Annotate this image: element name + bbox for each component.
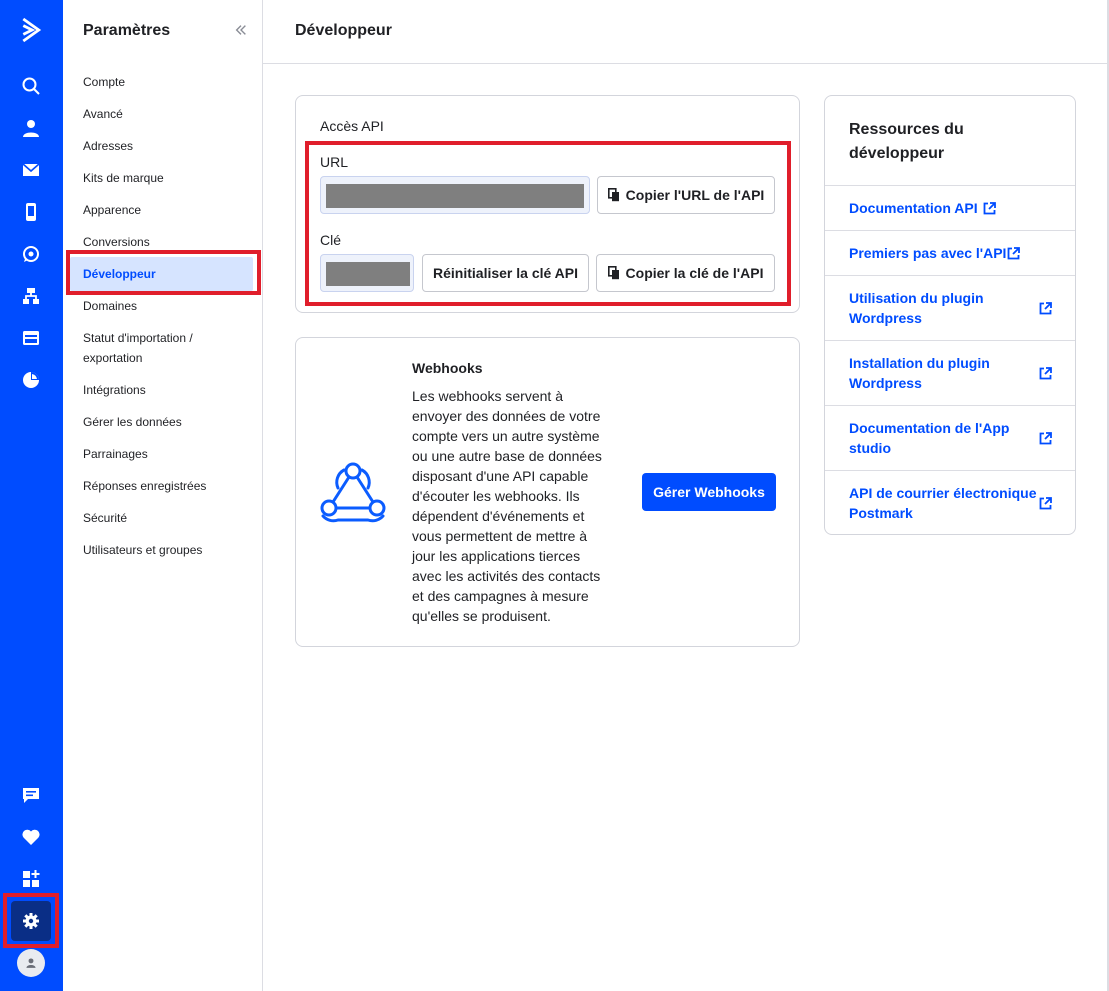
copy-api-url-label: Copier l'URL de l'API <box>625 187 765 203</box>
contacts-icon[interactable] <box>13 110 49 146</box>
key-label: Clé <box>320 232 342 248</box>
collapse-sidebar-icon[interactable] <box>231 20 251 40</box>
site-icon[interactable] <box>13 320 49 356</box>
resource-link-postmark[interactable]: API de courrier électronique Postmark <box>849 483 1039 523</box>
copy-api-key-label: Copier la clé de l'API <box>625 265 764 281</box>
resource-link-utilisation-plugin[interactable]: Utilisation du plugin Wordpress <box>849 288 1009 328</box>
sidebar-item-conversions[interactable]: Conversions <box>83 232 253 252</box>
user-avatar-icon[interactable] <box>17 949 45 977</box>
external-link-icon <box>1007 247 1020 260</box>
copy-api-key-button[interactable]: Copier la clé de l'API <box>596 254 775 292</box>
external-link-icon <box>983 202 996 215</box>
copy-api-url-button[interactable]: Copier l'URL de l'API <box>597 176 775 214</box>
copy-icon <box>607 266 619 280</box>
sidebar-item-statut-importation[interactable]: Statut d'importation / exportation <box>83 328 218 368</box>
resource-link-row[interactable]: Installation du plugin Wordpress <box>825 340 1075 405</box>
apps-icon[interactable] <box>13 861 49 897</box>
app-root: Paramètres Compte Avancé Adresses Kits d… <box>0 0 1109 991</box>
manage-webhooks-button[interactable]: Gérer Webhooks <box>642 473 776 511</box>
resource-link-row[interactable]: API de courrier électronique Postmark <box>825 470 1075 535</box>
developer-resources-card: Ressources du développeur Documentation … <box>824 95 1076 535</box>
page-header: Développeur <box>263 0 1109 64</box>
settings-icon[interactable] <box>11 901 51 941</box>
sidebar-item-utilisateurs-groupes[interactable]: Utilisateurs et groupes <box>83 540 253 560</box>
resource-link-documentation-api[interactable]: Documentation API <box>849 198 978 218</box>
external-link-icon <box>1039 367 1052 380</box>
settings-sidebar: Paramètres Compte Avancé Adresses Kits d… <box>63 0 263 991</box>
deals-icon[interactable] <box>13 819 49 855</box>
sidebar-item-gerer-donnees[interactable]: Gérer les données <box>83 412 253 432</box>
resources-title: Ressources du développeur <box>849 121 964 162</box>
sidebar-item-developpeur[interactable]: Développeur <box>70 257 253 291</box>
resource-link-row[interactable]: Premiers pas avec l'API <box>825 230 1075 275</box>
webhooks-description: Les webhooks servent à envoyer des donné… <box>412 388 602 624</box>
conversations-icon[interactable] <box>13 777 49 813</box>
automations-icon[interactable] <box>13 278 49 314</box>
webhooks-card: Webhooks Les webhooks servent à envoyer … <box>295 337 800 647</box>
resource-link-row[interactable]: Utilisation du plugin Wordpress <box>825 275 1075 340</box>
resource-link-row[interactable]: Documentation de l'App studio <box>825 405 1075 470</box>
sidebar-item-parrainages[interactable]: Parrainages <box>83 444 253 464</box>
api-url-field[interactable] <box>320 176 590 214</box>
logo-icon[interactable] <box>13 12 49 48</box>
left-rail <box>0 0 63 991</box>
reports-icon[interactable] <box>13 362 49 398</box>
webhook-icon <box>320 462 386 523</box>
search-icon[interactable] <box>13 68 49 104</box>
sidebar-title: Paramètres <box>83 22 171 39</box>
url-label: URL <box>320 154 349 170</box>
api-key-redacted <box>326 262 410 286</box>
external-link-icon <box>1039 432 1052 445</box>
sidebar-item-adresses[interactable]: Adresses <box>83 136 253 156</box>
sidebar-item-apparence[interactable]: Apparence <box>83 200 253 220</box>
resource-link-premiers-pas[interactable]: Premiers pas avec l'API <box>849 243 1006 263</box>
resource-link-app-studio[interactable]: Documentation de l'App studio <box>849 418 1019 458</box>
email-icon[interactable] <box>13 152 49 188</box>
resource-link-row[interactable]: Documentation API <box>825 185 1075 230</box>
sidebar-item-integrations[interactable]: Intégrations <box>83 380 253 400</box>
sms-icon[interactable] <box>13 194 49 230</box>
api-access-card: Accès API URL Copier l'URL de l'API Clé … <box>295 95 800 313</box>
whatsapp-icon[interactable] <box>13 236 49 272</box>
api-key-field[interactable] <box>320 254 414 292</box>
page-title: Développeur <box>295 22 392 39</box>
api-section-title: Accès API <box>320 118 384 134</box>
reset-api-key-button[interactable]: Réinitialiser la clé API <box>422 254 589 292</box>
sidebar-item-domaines[interactable]: Domaines <box>83 296 253 316</box>
resource-link-installation-plugin[interactable]: Installation du plugin Wordpress <box>849 353 1009 393</box>
external-link-icon <box>1039 497 1052 510</box>
sidebar-item-compte[interactable]: Compte <box>83 72 253 92</box>
reset-api-key-label: Réinitialiser la clé API <box>433 265 578 281</box>
sidebar-item-avance[interactable]: Avancé <box>83 104 253 124</box>
copy-icon <box>607 188 619 202</box>
external-link-icon <box>1039 302 1052 315</box>
sidebar-item-kits-de-marque[interactable]: Kits de marque <box>83 168 253 188</box>
sidebar-item-reponses-enregistrees[interactable]: Réponses enregistrées <box>83 476 253 496</box>
api-url-redacted <box>326 184 584 208</box>
sidebar-item-securite[interactable]: Sécurité <box>83 508 253 528</box>
webhooks-title: Webhooks <box>412 360 483 376</box>
